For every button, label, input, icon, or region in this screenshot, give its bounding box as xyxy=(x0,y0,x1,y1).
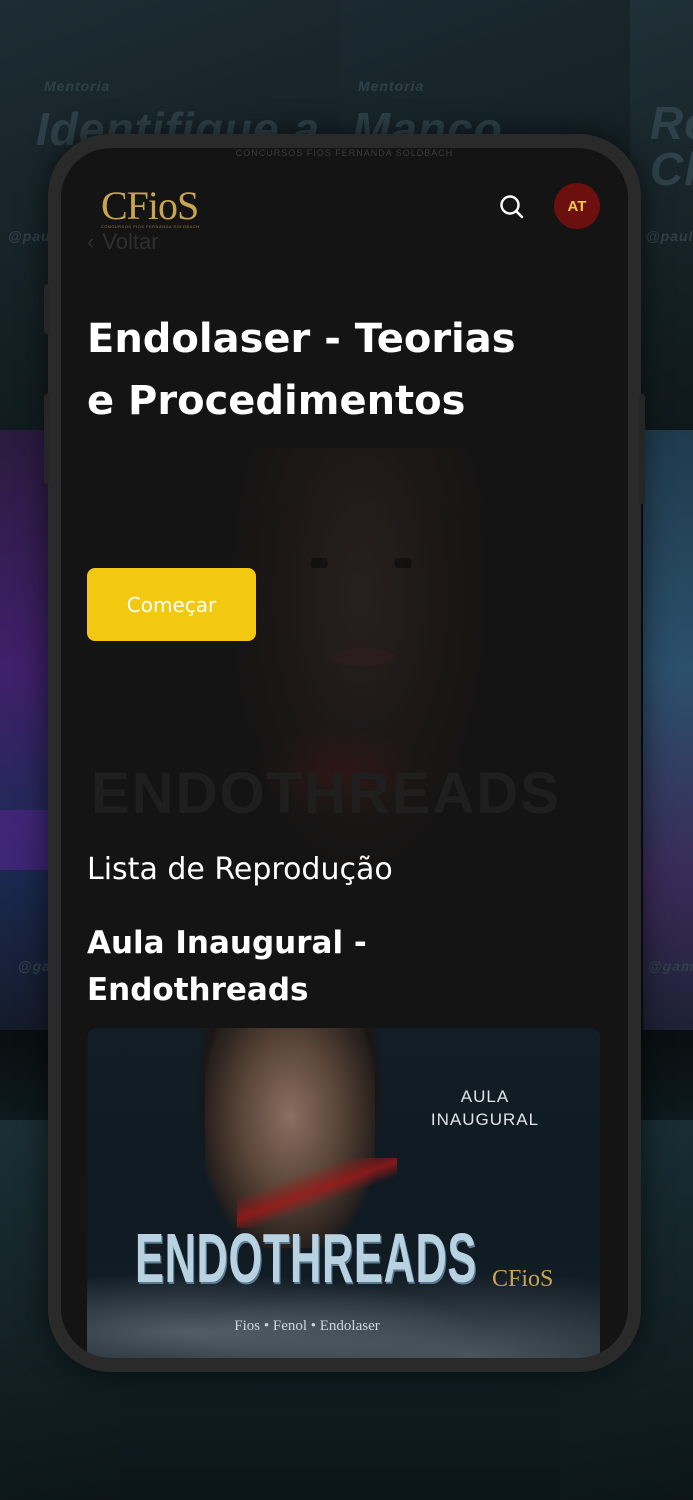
app-screen: ENDOTHREADS CONCURSOS FIOS FERNANDA SOLD… xyxy=(61,148,628,1358)
thumbnail-headline: ENDOTHREADS xyxy=(135,1219,477,1297)
background-poster-text: Re Cl xyxy=(650,97,693,195)
logo-text: CFioS xyxy=(101,183,199,228)
hero-background-headline: ENDOTHREADS xyxy=(91,761,561,826)
background-poster-accent xyxy=(0,810,50,870)
logo-subtitle: CONCURSOS FIOS FERNANDA SOLDBACH xyxy=(235,148,454,158)
back-label: Voltar xyxy=(102,229,159,254)
background-poster xyxy=(0,430,50,1030)
chevron-left-icon: ‹ xyxy=(87,229,95,254)
search-icon xyxy=(500,195,524,219)
lesson-title[interactable]: Aula Inaugural - Endothreads xyxy=(87,920,507,1014)
phone-side-button xyxy=(639,394,645,504)
phone-side-button xyxy=(44,284,50,334)
user-avatar[interactable]: AT xyxy=(554,183,600,229)
thumbnail-label: AULA INAUGURAL xyxy=(430,1087,540,1129)
search-button[interactable] xyxy=(493,188,531,226)
back-link[interactable]: ‹ Voltar xyxy=(87,229,159,255)
background-poster xyxy=(643,430,693,1030)
playlist-heading: Lista de Reprodução xyxy=(87,852,393,887)
lesson-thumbnail[interactable]: AULA INAUGURAL ENDOTHREADS Fios • Fenol … xyxy=(87,1028,600,1358)
thumbnail-logo: CFioS xyxy=(492,1266,554,1292)
background-poster-text: @gamo xyxy=(648,958,693,974)
background-poster-text: @paul xyxy=(646,228,693,244)
start-button[interactable]: Começar xyxy=(87,568,256,641)
thumbnail-subtitle: Fios • Fenol • Endolaser xyxy=(234,1318,380,1334)
background-poster-text: Mentoria xyxy=(44,78,111,94)
course-title: Endolaser - Teorias e Procedimentos xyxy=(87,316,516,424)
brand-logo[interactable]: CFioS CONCURSOS FIOS FERNANDA SOLDBACH xyxy=(101,184,221,234)
phone-side-button xyxy=(44,394,50,484)
background-poster-text: Mentoria xyxy=(358,78,425,94)
phone-frame: ENDOTHREADS CONCURSOS FIOS FERNANDA SOLD… xyxy=(44,134,645,1372)
